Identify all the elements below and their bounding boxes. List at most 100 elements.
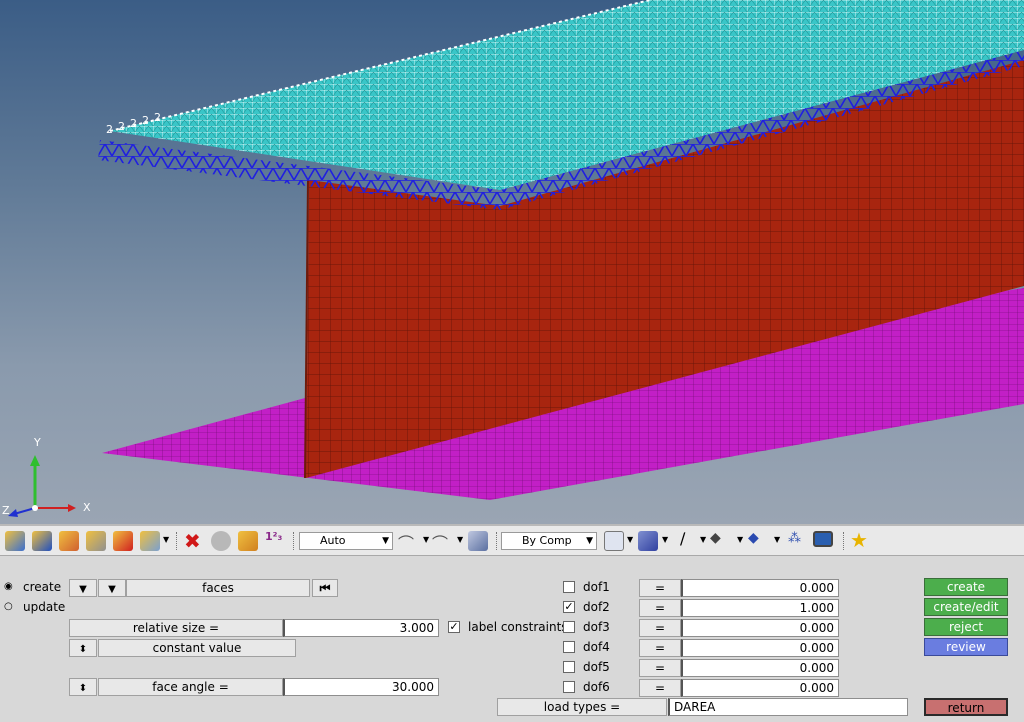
constant-value-toggle-icon[interactable]: ⬍ (69, 639, 97, 657)
dof2-label: dof2 (583, 600, 610, 614)
chevron-down-icon[interactable]: ▼ (662, 535, 668, 544)
constant-value-button[interactable]: constant value (98, 639, 296, 657)
selection-mode-dropdown[interactable]: ▼ (98, 579, 126, 597)
dof1-eq-button[interactable]: = (639, 579, 681, 597)
face-angle-toggle-icon[interactable]: ⬍ (69, 678, 97, 696)
dof1-checkbox[interactable] (563, 581, 575, 593)
delete-icon[interactable]: ✖ (184, 529, 201, 553)
axis-triad (8, 455, 76, 517)
dof3-value-field[interactable]: 0.000 (681, 619, 839, 637)
dof3-label: dof3 (583, 620, 610, 634)
color-mode-value: By Comp (522, 534, 572, 547)
constraint-digit: 2 (154, 111, 161, 124)
radio-update-label: update (23, 600, 66, 614)
monitor-icon[interactable] (813, 531, 833, 547)
relative-size-field[interactable]: 3.000 (283, 619, 439, 637)
chevron-down-icon[interactable]: ▼ (457, 535, 463, 544)
dof4-eq-button[interactable]: = (639, 639, 681, 657)
load-types-field[interactable]: DAREA (668, 698, 908, 716)
dof4-checkbox[interactable] (563, 641, 575, 653)
dof6-value-field[interactable]: 0.000 (681, 679, 839, 697)
faces-selector-button[interactable]: faces (126, 579, 310, 597)
import-icon[interactable] (113, 531, 133, 551)
dof3-checkbox[interactable] (563, 621, 575, 633)
dof3-eq-button[interactable]: = (639, 619, 681, 637)
line-icon[interactable]: ∕ (680, 529, 685, 548)
chevron-down-icon[interactable]: ▼ (774, 535, 780, 544)
reject-button[interactable]: reject (924, 618, 1008, 636)
label-constraints-checkbox[interactable]: ✓ (448, 621, 460, 633)
dof1-label: dof1 (583, 580, 610, 594)
radio-update[interactable]: ○ (4, 602, 14, 612)
nodes-icon[interactable]: ⁂ (788, 531, 801, 546)
constraint-digit: 2 (118, 120, 125, 133)
numbering-icon[interactable]: 1²₃ (265, 530, 282, 543)
dof4-value-field[interactable]: 0.000 (681, 639, 839, 657)
dof6-eq-button[interactable]: = (639, 679, 681, 697)
radio-create[interactable]: ◉ (4, 582, 14, 592)
color-mode-dropdown[interactable]: By Comp ▼ (501, 532, 597, 550)
constraint-digit: 2 (142, 114, 149, 127)
dof6-label: dof6 (583, 680, 610, 694)
face-angle-label-button[interactable]: face angle = (98, 678, 283, 696)
constraints-panel: ◉ create ○ update ▼ ▼ faces ⏮ relative s… (0, 556, 1024, 722)
create-edit-button[interactable]: create/edit (924, 598, 1008, 616)
chevron-down-icon: ▼ (79, 584, 87, 595)
constraint-labels: 2 2 2 2 2 (104, 0, 1024, 140)
toggle-arrows-icon: ⬍ (78, 644, 88, 655)
dof2-checkbox[interactable]: ✓ (563, 601, 575, 613)
axis-label-x: X (83, 501, 91, 514)
collector-icon[interactable] (86, 531, 106, 551)
surface-icon[interactable]: ◆ (748, 530, 759, 546)
dof6-checkbox[interactable] (563, 681, 575, 693)
toggle-arrows-icon: ⬍ (78, 683, 88, 694)
radio-create-label: create (23, 580, 62, 594)
chevron-down-icon[interactable]: ▼ (423, 535, 429, 544)
return-button[interactable]: return (924, 698, 1008, 716)
box-view-icon[interactable] (468, 531, 488, 551)
dof2-eq-button[interactable]: = (639, 599, 681, 617)
axis-label-y: Y (34, 436, 41, 449)
chevron-down-icon[interactable]: ▼ (163, 535, 169, 544)
skip-back-icon: ⏮ (319, 581, 331, 595)
solid-cube-icon[interactable] (638, 531, 658, 551)
mesh-cube-icon[interactable] (604, 531, 624, 551)
chevron-down-icon[interactable]: ▼ (627, 535, 633, 544)
mask-icon[interactable] (211, 531, 231, 551)
chevron-down-icon: ▼ (108, 584, 116, 595)
label-constraints-label: label constraints (468, 620, 568, 634)
shaded-icon[interactable]: ⌒ (432, 530, 448, 554)
dof5-eq-button[interactable]: = (639, 659, 681, 677)
axis-label-z: Z (2, 504, 10, 517)
main-toolbar: ▼ ✖ 1²₃ Auto ▼ ⌒ ▼ ⌒ ▼ By Comp ▼ ▼ ▼ ∕ ▼ ◆… (0, 524, 1024, 556)
face-angle-field[interactable]: 30.000 (283, 678, 439, 696)
chevron-down-icon[interactable]: ▼ (737, 535, 743, 544)
toolbar-separator (176, 532, 178, 550)
display-mode-dropdown[interactable]: Auto ▼ (299, 532, 393, 550)
chevron-down-icon[interactable]: ▼ (700, 535, 706, 544)
plane-icon[interactable]: ◆ (710, 530, 721, 546)
graphics-viewport[interactable]: Y X Z 2 2 2 2 2 (0, 0, 1024, 524)
load-types-label-button[interactable]: load types = (497, 698, 667, 716)
wireframe-icon[interactable]: ⌒ (398, 530, 414, 554)
find-icon[interactable] (238, 531, 258, 551)
review-button[interactable]: review (924, 638, 1008, 656)
relative-size-label-button[interactable]: relative size = (69, 619, 283, 637)
dof4-label: dof4 (583, 640, 610, 654)
assembly-icon[interactable] (59, 531, 79, 551)
dof2-value-field[interactable]: 1.000 (681, 599, 839, 617)
create-button[interactable]: create (924, 578, 1008, 596)
model-icon[interactable] (5, 531, 25, 551)
select-icon[interactable] (140, 531, 160, 551)
chevron-down-icon: ▼ (586, 536, 593, 546)
toolbar-separator (496, 532, 498, 550)
display-mode-value: Auto (320, 534, 346, 547)
dof5-value-field[interactable]: 0.000 (681, 659, 839, 677)
entity-type-dropdown[interactable]: ▼ (69, 579, 97, 597)
reset-selection-button[interactable]: ⏮ (312, 579, 338, 597)
constraint-digit: 2 (130, 117, 137, 130)
favorite-star-icon[interactable]: ★ (850, 528, 868, 552)
component-icon[interactable] (32, 531, 52, 551)
dof1-value-field[interactable]: 0.000 (681, 579, 839, 597)
dof5-checkbox[interactable] (563, 661, 575, 673)
